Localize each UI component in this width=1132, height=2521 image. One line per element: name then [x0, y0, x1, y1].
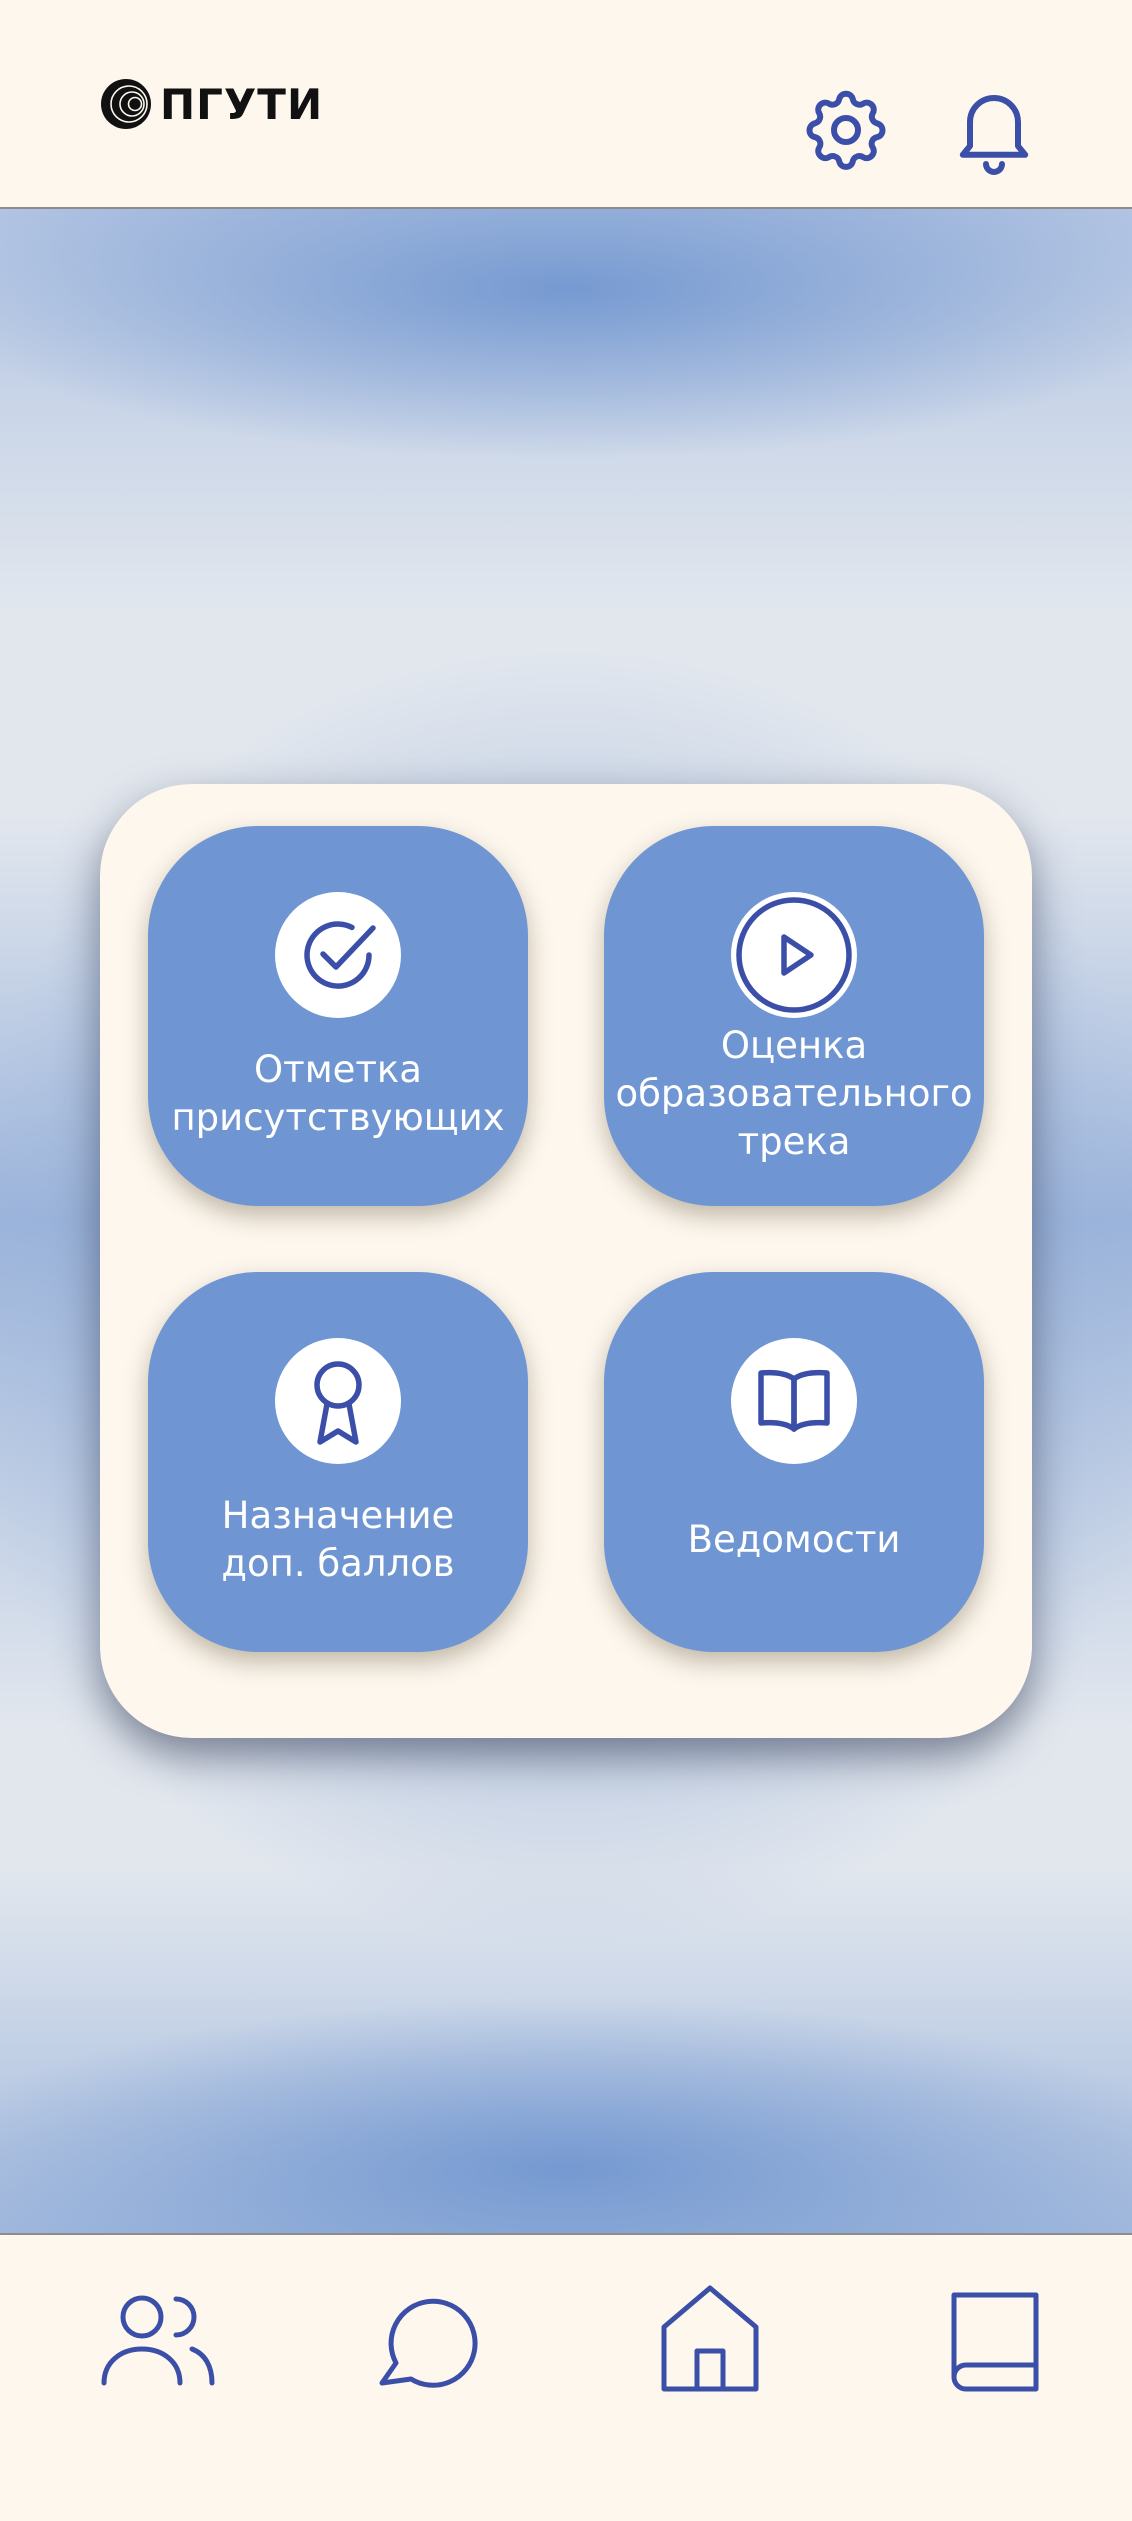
attendance-tile-label: Отметка присутствующих [171, 1048, 505, 1139]
attendance-icon-badge [275, 892, 401, 1018]
track-assessment-tile-label: Оценка образовательного трека [615, 1024, 973, 1163]
gradebooks-tile-label: Ведомости [687, 1518, 901, 1561]
check-circle-icon [304, 921, 376, 989]
attendance-tile[interactable]: Отметка присутствующих [148, 826, 528, 1206]
top-bar: ПГУТИ [0, 0, 1132, 209]
app-logo: ПГУТИ [100, 78, 323, 130]
chat-icon [379, 2298, 478, 2388]
gradebooks-tile[interactable]: Ведомости [604, 1272, 984, 1652]
bonus-points-icon-badge [275, 1338, 401, 1464]
gear-icon [806, 90, 886, 170]
bottom-navigation-bar [0, 2233, 1132, 2521]
play-circle-icon [736, 897, 852, 1013]
open-book-icon [758, 1369, 830, 1432]
bonus-points-tile-label: Назначение доп. баллов [221, 1494, 455, 1585]
award-icon [314, 1361, 362, 1445]
app-logo-text: ПГУТИ [160, 79, 324, 129]
gradebooks-icon-badge [731, 1338, 857, 1464]
notifications-button[interactable] [946, 82, 1042, 178]
nav-users-button[interactable] [98, 2279, 218, 2399]
nav-book-button[interactable] [930, 2279, 1050, 2399]
users-icon [101, 2295, 215, 2386]
home-icon [661, 2285, 759, 2392]
nav-home-button[interactable] [650, 2279, 770, 2399]
nav-chat-button[interactable] [368, 2279, 488, 2399]
track-assessment-icon-badge [731, 892, 857, 1018]
logo-mark-icon [101, 79, 151, 129]
settings-button[interactable] [798, 82, 894, 178]
track-assessment-tile[interactable]: Оценка образовательного трека [604, 826, 984, 1206]
bell-icon [959, 95, 1029, 175]
bonus-points-tile[interactable]: Назначение доп. баллов [148, 1272, 528, 1652]
book-icon [951, 2292, 1039, 2392]
